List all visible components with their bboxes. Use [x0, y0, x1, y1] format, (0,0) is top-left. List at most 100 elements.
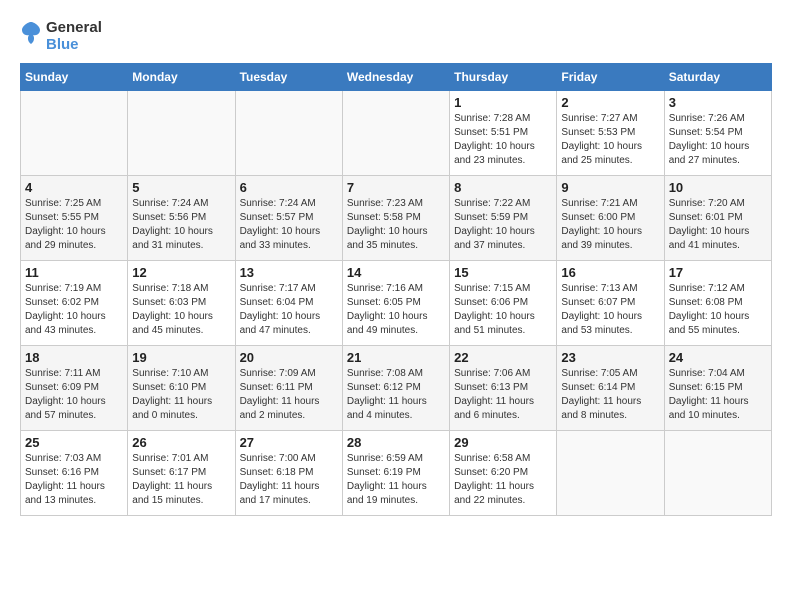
logo-text-general: General [46, 20, 102, 37]
day-number: 23 [561, 350, 659, 365]
weekday-header-tuesday: Tuesday [235, 64, 342, 91]
day-info: Sunrise: 7:22 AM Sunset: 5:59 PM Dayligh… [454, 197, 552, 253]
calendar-week-row: 4 Sunrise: 7:25 AM Sunset: 5:55 PM Daylig… [21, 176, 772, 261]
day-info: Sunrise: 7:06 AM Sunset: 6:13 PM Dayligh… [454, 367, 552, 423]
day-info: Sunrise: 7:28 AM Sunset: 5:51 PM Dayligh… [454, 112, 552, 168]
day-number: 5 [132, 180, 230, 195]
calendar-cell: 11 Sunrise: 7:19 AM Sunset: 6:02 PM Dayli… [21, 261, 128, 346]
day-number: 11 [25, 265, 123, 280]
day-number: 3 [669, 95, 767, 110]
day-info: Sunrise: 7:23 AM Sunset: 5:58 PM Dayligh… [347, 197, 445, 253]
day-info: Sunrise: 7:04 AM Sunset: 6:15 PM Dayligh… [669, 367, 767, 423]
calendar-cell: 21 Sunrise: 7:08 AM Sunset: 6:12 PM Dayli… [342, 346, 449, 431]
calendar-cell: 5 Sunrise: 7:24 AM Sunset: 5:56 PM Daylig… [128, 176, 235, 261]
day-info: Sunrise: 7:12 AM Sunset: 6:08 PM Dayligh… [669, 282, 767, 338]
day-number: 4 [25, 180, 123, 195]
calendar-cell: 19 Sunrise: 7:10 AM Sunset: 6:10 PM Dayli… [128, 346, 235, 431]
day-info: Sunrise: 7:19 AM Sunset: 6:02 PM Dayligh… [25, 282, 123, 338]
weekday-header-monday: Monday [128, 64, 235, 91]
day-info: Sunrise: 7:24 AM Sunset: 5:57 PM Dayligh… [240, 197, 338, 253]
calendar-cell: 6 Sunrise: 7:24 AM Sunset: 5:57 PM Daylig… [235, 176, 342, 261]
day-info: Sunrise: 7:24 AM Sunset: 5:56 PM Dayligh… [132, 197, 230, 253]
day-number: 18 [25, 350, 123, 365]
calendar-cell: 27 Sunrise: 7:00 AM Sunset: 6:18 PM Dayli… [235, 431, 342, 516]
day-info: Sunrise: 6:58 AM Sunset: 6:20 PM Dayligh… [454, 452, 552, 508]
day-info: Sunrise: 7:13 AM Sunset: 6:07 PM Dayligh… [561, 282, 659, 338]
day-info: Sunrise: 7:11 AM Sunset: 6:09 PM Dayligh… [25, 367, 123, 423]
calendar-cell: 29 Sunrise: 6:58 AM Sunset: 6:20 PM Dayli… [450, 431, 557, 516]
day-info: Sunrise: 7:03 AM Sunset: 6:16 PM Dayligh… [25, 452, 123, 508]
calendar-cell: 9 Sunrise: 7:21 AM Sunset: 6:00 PM Daylig… [557, 176, 664, 261]
day-info: Sunrise: 7:21 AM Sunset: 6:00 PM Dayligh… [561, 197, 659, 253]
logo-text-blue: Blue [46, 37, 102, 54]
weekday-header-row: SundayMondayTuesdayWednesdayThursdayFrid… [21, 64, 772, 91]
calendar-cell: 26Sunrise: 7:01 AM Sunset: 6:17 PM Dayli… [128, 431, 235, 516]
calendar-week-row: 1Sunrise: 7:28 AM Sunset: 5:51 PM Daylig… [21, 91, 772, 176]
day-number: 26 [132, 435, 230, 450]
day-number: 9 [561, 180, 659, 195]
day-number: 17 [669, 265, 767, 280]
day-info: Sunrise: 7:16 AM Sunset: 6:05 PM Dayligh… [347, 282, 445, 338]
day-number: 15 [454, 265, 552, 280]
calendar-week-row: 25Sunrise: 7:03 AM Sunset: 6:16 PM Dayli… [21, 431, 772, 516]
calendar-cell [557, 431, 664, 516]
calendar-cell [664, 431, 771, 516]
calendar-week-row: 11 Sunrise: 7:19 AM Sunset: 6:02 PM Dayli… [21, 261, 772, 346]
logo-bird-icon [20, 20, 42, 48]
day-info: Sunrise: 7:00 AM Sunset: 6:18 PM Dayligh… [240, 452, 338, 508]
calendar-cell: 24 Sunrise: 7:04 AM Sunset: 6:15 PM Dayli… [664, 346, 771, 431]
day-info: Sunrise: 6:59 AM Sunset: 6:19 PM Dayligh… [347, 452, 445, 508]
day-number: 16 [561, 265, 659, 280]
day-number: 29 [454, 435, 552, 450]
calendar-cell: 28 Sunrise: 6:59 AM Sunset: 6:19 PM Dayli… [342, 431, 449, 516]
calendar-cell: 1Sunrise: 7:28 AM Sunset: 5:51 PM Daylig… [450, 91, 557, 176]
day-number: 2 [561, 95, 659, 110]
weekday-header-sunday: Sunday [21, 64, 128, 91]
calendar-cell: 3Sunrise: 7:26 AM Sunset: 5:54 PM Daylig… [664, 91, 771, 176]
calendar-cell: 8Sunrise: 7:22 AM Sunset: 5:59 PM Daylig… [450, 176, 557, 261]
calendar-cell [342, 91, 449, 176]
weekday-header-wednesday: Wednesday [342, 64, 449, 91]
weekday-header-thursday: Thursday [450, 64, 557, 91]
calendar-cell: 23 Sunrise: 7:05 AM Sunset: 6:14 PM Dayli… [557, 346, 664, 431]
day-number: 10 [669, 180, 767, 195]
calendar-cell: 17 Sunrise: 7:12 AM Sunset: 6:08 PM Dayli… [664, 261, 771, 346]
day-number: 28 [347, 435, 445, 450]
day-info: Sunrise: 7:18 AM Sunset: 6:03 PM Dayligh… [132, 282, 230, 338]
day-number: 27 [240, 435, 338, 450]
calendar-cell: 15 Sunrise: 7:15 AM Sunset: 6:06 PM Dayli… [450, 261, 557, 346]
day-info: Sunrise: 7:15 AM Sunset: 6:06 PM Dayligh… [454, 282, 552, 338]
day-number: 12 [132, 265, 230, 280]
day-info: Sunrise: 7:10 AM Sunset: 6:10 PM Dayligh… [132, 367, 230, 423]
weekday-header-saturday: Saturday [664, 64, 771, 91]
day-number: 22 [454, 350, 552, 365]
day-info: Sunrise: 7:27 AM Sunset: 5:53 PM Dayligh… [561, 112, 659, 168]
calendar-cell: 13Sunrise: 7:17 AM Sunset: 6:04 PM Dayli… [235, 261, 342, 346]
day-info: Sunrise: 7:20 AM Sunset: 6:01 PM Dayligh… [669, 197, 767, 253]
calendar-cell: 18 Sunrise: 7:11 AM Sunset: 6:09 PM Dayli… [21, 346, 128, 431]
day-info: Sunrise: 7:17 AM Sunset: 6:04 PM Dayligh… [240, 282, 338, 338]
logo: General Blue [20, 20, 102, 53]
day-number: 24 [669, 350, 767, 365]
calendar-cell: 4 Sunrise: 7:25 AM Sunset: 5:55 PM Daylig… [21, 176, 128, 261]
calendar-cell: 14 Sunrise: 7:16 AM Sunset: 6:05 PM Dayli… [342, 261, 449, 346]
page-header: General Blue [20, 16, 772, 53]
calendar-table: SundayMondayTuesdayWednesdayThursdayFrid… [20, 63, 772, 516]
day-number: 7 [347, 180, 445, 195]
day-number: 14 [347, 265, 445, 280]
calendar-week-row: 18 Sunrise: 7:11 AM Sunset: 6:09 PM Dayli… [21, 346, 772, 431]
calendar-cell: 20 Sunrise: 7:09 AM Sunset: 6:11 PM Dayli… [235, 346, 342, 431]
day-number: 20 [240, 350, 338, 365]
day-number: 21 [347, 350, 445, 365]
calendar-cell: 2 Sunrise: 7:27 AM Sunset: 5:53 PM Daylig… [557, 91, 664, 176]
calendar-cell: 7 Sunrise: 7:23 AM Sunset: 5:58 PM Daylig… [342, 176, 449, 261]
day-number: 6 [240, 180, 338, 195]
day-info: Sunrise: 7:25 AM Sunset: 5:55 PM Dayligh… [25, 197, 123, 253]
day-info: Sunrise: 7:09 AM Sunset: 6:11 PM Dayligh… [240, 367, 338, 423]
day-info: Sunrise: 7:08 AM Sunset: 6:12 PM Dayligh… [347, 367, 445, 423]
calendar-cell: 10 Sunrise: 7:20 AM Sunset: 6:01 PM Dayli… [664, 176, 771, 261]
calendar-cell: 12 Sunrise: 7:18 AM Sunset: 6:03 PM Dayli… [128, 261, 235, 346]
day-info: Sunrise: 7:05 AM Sunset: 6:14 PM Dayligh… [561, 367, 659, 423]
day-number: 19 [132, 350, 230, 365]
calendar-cell: 25Sunrise: 7:03 AM Sunset: 6:16 PM Dayli… [21, 431, 128, 516]
